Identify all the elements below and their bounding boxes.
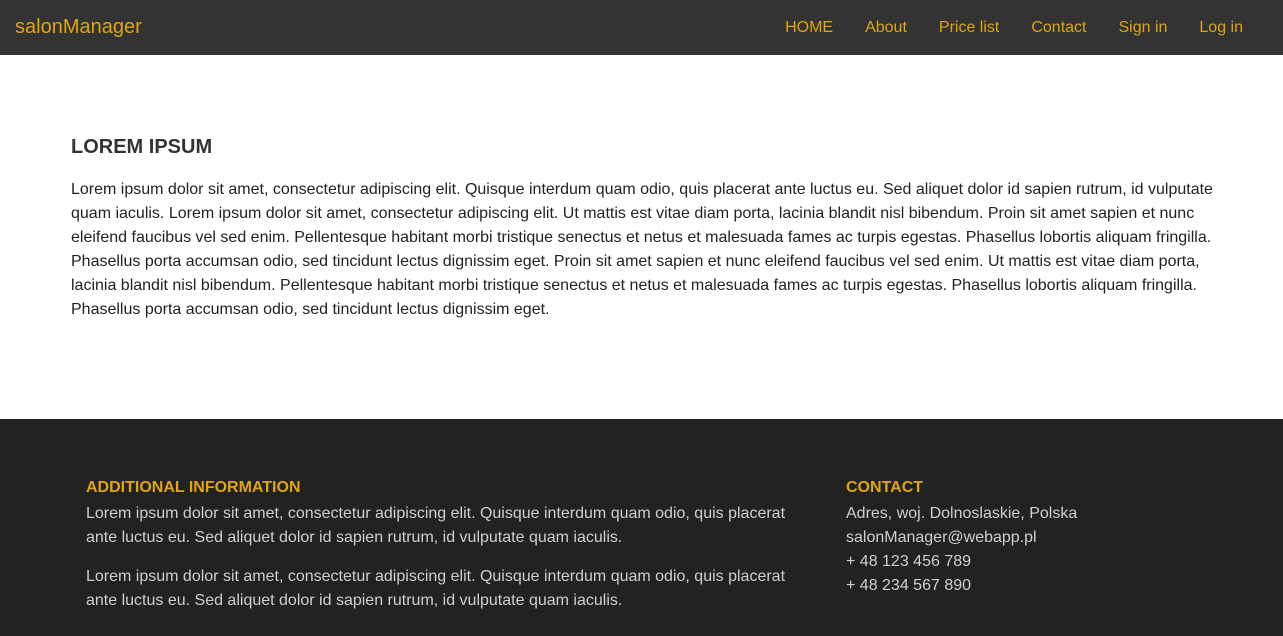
main-heading: LOREM IPSUM — [71, 136, 213, 158]
nav-link-sign-in[interactable]: Sign in — [1102, 18, 1183, 38]
contact-email: salonManager@webapp.pl — [846, 529, 1037, 546]
contact-address: Adres, woj. Dolnoslaskie, Polska — [846, 505, 1078, 522]
contact-section: CONTACT Adres, woj. Dolnoslaskie, Polska… — [846, 478, 1246, 598]
nav-link-home[interactable]: HOME — [769, 18, 849, 38]
nav-links: HOME About Price list Contact Sign in Lo… — [769, 0, 1259, 55]
nav-link-contact[interactable]: Contact — [1015, 18, 1102, 38]
brand-logo-link[interactable]: salonManager — [15, 15, 142, 39]
nav-link-about[interactable]: About — [849, 18, 923, 38]
additional-info-section: ADDITIONAL INFORMATION Lorem ipsum dolor… — [86, 478, 806, 628]
contact-heading: CONTACT — [846, 479, 924, 496]
additional-info-heading: ADDITIONAL INFORMATION — [86, 479, 301, 496]
additional-info-paragraph-2: Lorem ipsum dolor sit amet, consectetur … — [86, 568, 786, 609]
contact-phone-2: + 48 234 567 890 — [846, 577, 972, 594]
page-footer: ADDITIONAL INFORMATION Lorem ipsum dolor… — [0, 419, 1283, 636]
contact-phone-1: + 48 123 456 789 — [846, 553, 972, 570]
main-paragraph: Lorem ipsum dolor sit amet, consectetur … — [71, 181, 1213, 318]
nav-link-log-in[interactable]: Log in — [1183, 18, 1259, 38]
top-navbar: salonManager HOME About Price list Conta… — [0, 0, 1283, 55]
nav-link-price-list[interactable]: Price list — [923, 18, 1015, 38]
main-content: LOREM IPSUM Lorem ipsum dolor sit amet, … — [0, 55, 1283, 419]
additional-info-paragraph-1: Lorem ipsum dolor sit amet, consectetur … — [86, 505, 786, 546]
